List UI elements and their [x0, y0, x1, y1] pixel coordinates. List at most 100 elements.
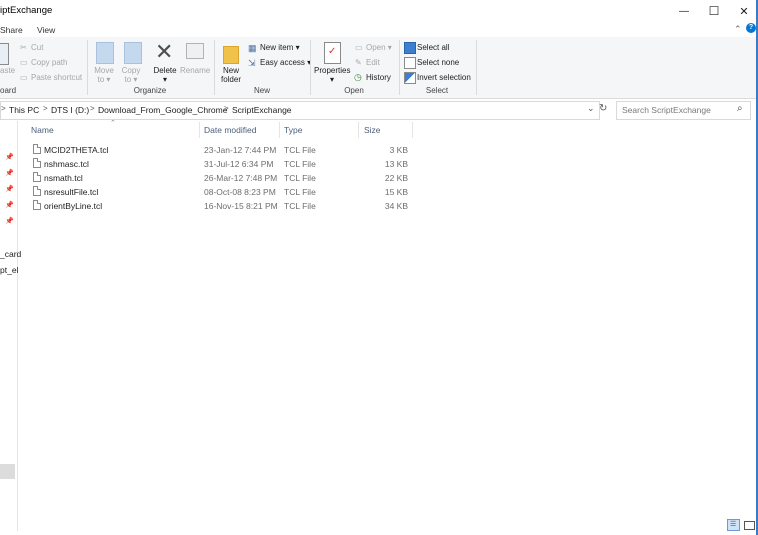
- table-row[interactable]: MCID2THETA.tcl 23-Jan-12 7:44 PM TCL Fil…: [29, 143, 409, 157]
- column-separator[interactable]: [412, 122, 413, 138]
- properties-icon: ✓: [324, 42, 341, 64]
- file-icon: [33, 158, 41, 168]
- copy-to-button[interactable]: Copy to ▾: [119, 66, 143, 84]
- minimize-icon: —: [679, 5, 689, 17]
- paste-shortcut-icon: ▭: [20, 73, 28, 82]
- maximize-button[interactable]: ☐: [699, 0, 729, 22]
- file-type: TCL File: [284, 187, 316, 197]
- history-button[interactable]: History: [366, 73, 391, 82]
- file-size: 3 KB: [389, 145, 408, 155]
- ribbon-separator: [310, 40, 311, 95]
- delete-button[interactable]: Delete ▾: [151, 66, 179, 84]
- invert-selection-icon: [404, 72, 416, 84]
- help-icon[interactable]: ?: [746, 23, 756, 33]
- nav-scrollbar-thumb[interactable]: [0, 464, 15, 479]
- nav-item[interactable]: _card: [0, 249, 21, 259]
- edit-button[interactable]: Edit: [366, 58, 380, 67]
- table-row[interactable]: nsmath.tcl 26-Mar-12 7:48 PM TCL File 22…: [29, 171, 409, 185]
- details-view-button[interactable]: ☰: [727, 519, 740, 531]
- column-separator[interactable]: [199, 122, 200, 138]
- search-icon[interactable]: ⌕: [737, 103, 743, 114]
- column-header-date[interactable]: Date modified: [204, 125, 256, 135]
- address-dropdown-icon[interactable]: ⌄: [587, 103, 595, 114]
- ribbon-separator: [476, 40, 477, 95]
- breadcrumb-download-folder[interactable]: Download_From_Google_Chrome: [98, 105, 227, 115]
- file-icon: [33, 144, 41, 154]
- copy-to-icon: [124, 42, 142, 64]
- paste-label[interactable]: aste: [0, 66, 15, 75]
- column-header-size[interactable]: Size: [364, 125, 381, 135]
- open-button[interactable]: Open ▾: [366, 43, 392, 52]
- column-separator[interactable]: [358, 122, 359, 138]
- new-folder-button[interactable]: New folder: [218, 66, 244, 84]
- new-item-icon: ▦: [248, 43, 257, 53]
- paste-icon[interactable]: [0, 43, 9, 65]
- table-row[interactable]: nsresultFile.tcl 08-Oct-08 8:23 PM TCL F…: [29, 185, 409, 199]
- breadcrumb-chevron-icon: >: [224, 104, 229, 113]
- file-size: 15 KB: [384, 187, 408, 197]
- cut-icon: ✂: [20, 43, 27, 52]
- move-to-button[interactable]: Move to ▾: [92, 66, 116, 84]
- file-size: 13 KB: [384, 159, 408, 169]
- edit-icon: ✎: [355, 58, 362, 67]
- breadcrumb-this-pc[interactable]: This PC: [9, 105, 39, 115]
- file-date: 08-Oct-08 8:23 PM: [204, 187, 276, 197]
- open-icon: ▭: [355, 43, 363, 52]
- file-size: 34 KB: [384, 201, 408, 211]
- file-name[interactable]: MCID2THETA.tcl: [44, 145, 109, 155]
- tab-share[interactable]: Share: [0, 25, 23, 35]
- file-name[interactable]: orientByLine.tcl: [44, 201, 102, 211]
- clipboard-group-label: oard: [0, 86, 17, 95]
- file-name[interactable]: nshmasc.tcl: [44, 159, 89, 169]
- file-name[interactable]: nsresultFile.tcl: [44, 187, 98, 197]
- rename-button[interactable]: Rename: [180, 66, 210, 75]
- file-name[interactable]: nsmath.tcl: [44, 173, 83, 183]
- copy-path-button[interactable]: Copy path: [31, 58, 67, 67]
- ribbon-tab-bar: [0, 22, 758, 37]
- move-to-icon: [96, 42, 114, 64]
- search-placeholder[interactable]: Search ScriptExchange: [622, 105, 711, 115]
- nav-item[interactable]: pt_el: [0, 265, 18, 275]
- copy-path-icon: ▭: [20, 58, 28, 67]
- tab-view[interactable]: View: [37, 25, 55, 35]
- new-folder-icon: [223, 46, 239, 64]
- breadcrumb-chevron-icon: >: [1, 104, 6, 113]
- breadcrumb-current-folder[interactable]: ScriptExchange: [232, 105, 292, 115]
- ribbon-separator: [87, 40, 88, 95]
- large-icons-view-button[interactable]: [743, 519, 755, 531]
- column-header-type[interactable]: Type: [284, 125, 302, 135]
- file-date: 26-Mar-12 7:48 PM: [204, 173, 278, 183]
- cut-button[interactable]: Cut: [31, 43, 43, 52]
- breadcrumb-drive[interactable]: DTS I (D:): [51, 105, 89, 115]
- open-group-label: Open: [344, 86, 364, 95]
- pin-icon: 📌: [5, 154, 14, 161]
- paste-shortcut-button[interactable]: Paste shortcut: [31, 73, 82, 82]
- pin-icon: 📌: [5, 202, 14, 209]
- new-item-button[interactable]: New item ▾: [260, 43, 300, 52]
- breadcrumb-chevron-icon: >: [43, 104, 48, 113]
- properties-button[interactable]: Properties ▾: [314, 66, 350, 84]
- easy-access-button[interactable]: Easy access ▾: [260, 58, 311, 67]
- close-button[interactable]: ✕: [729, 0, 758, 22]
- table-row[interactable]: nshmasc.tcl 31-Jul-12 6:34 PM TCL File 1…: [29, 157, 409, 171]
- pin-icon: 📌: [5, 170, 14, 177]
- file-date: 23-Jan-12 7:44 PM: [204, 145, 277, 155]
- select-none-button[interactable]: Select none: [417, 58, 459, 67]
- delete-icon: ✕: [155, 39, 174, 64]
- refresh-icon[interactable]: ↻: [599, 103, 607, 114]
- column-header-name[interactable]: Name: [31, 125, 54, 135]
- file-type: TCL File: [284, 201, 316, 211]
- close-icon: ✕: [739, 5, 749, 18]
- select-all-button[interactable]: Select all: [417, 43, 449, 52]
- invert-selection-button[interactable]: Invert selection: [417, 73, 471, 82]
- sort-chevron-icon: ⌃: [110, 120, 116, 127]
- pin-icon: 📌: [5, 218, 14, 225]
- expand-ribbon-icon[interactable]: ⌃: [734, 24, 742, 35]
- table-row[interactable]: orientByLine.tcl 16-Nov-15 8:21 PM TCL F…: [29, 199, 409, 213]
- file-type: TCL File: [284, 159, 316, 169]
- new-group-label: New: [253, 86, 270, 95]
- minimize-button[interactable]: —: [669, 0, 699, 22]
- file-icon: [33, 200, 41, 210]
- select-all-icon: [404, 42, 416, 54]
- column-separator[interactable]: [279, 122, 280, 138]
